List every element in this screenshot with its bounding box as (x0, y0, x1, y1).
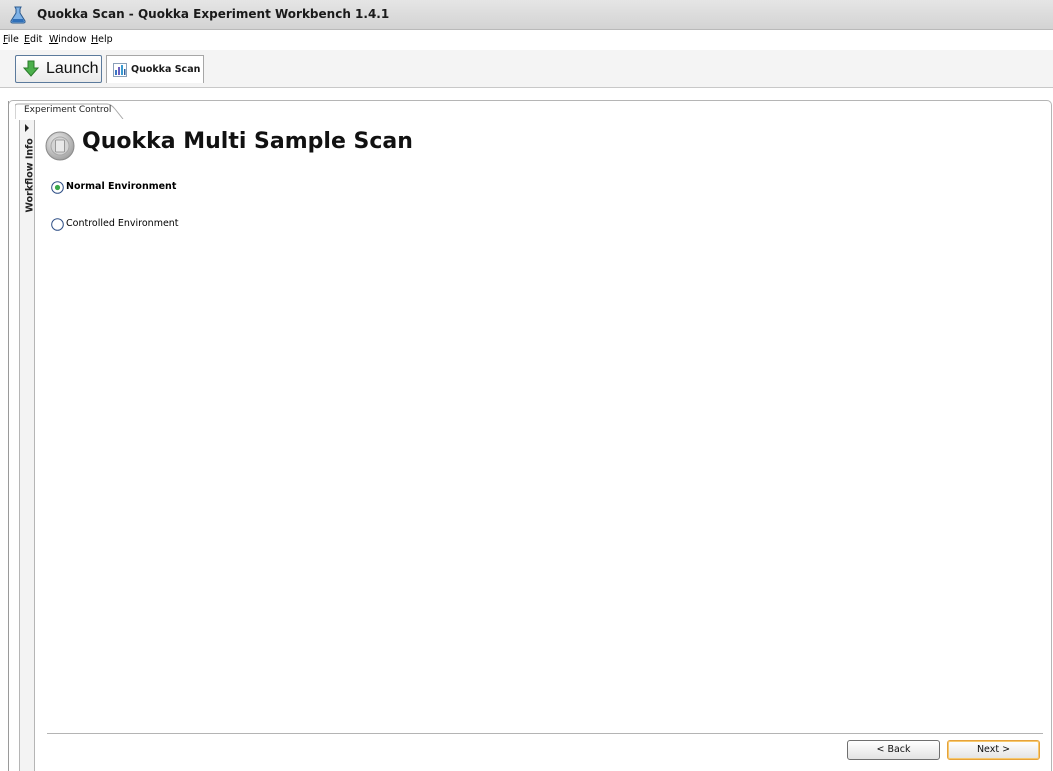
radio-label-controlled-environment[interactable]: Controlled Environment (66, 218, 179, 229)
next-button[interactable]: Next > (947, 740, 1040, 760)
disc-icon (45, 131, 75, 161)
editor-tab-experiment-control[interactable]: Experiment Control (15, 103, 125, 119)
page-title: Quokka Multi Sample Scan (82, 129, 413, 154)
flask-icon (10, 6, 26, 24)
green-down-arrow-icon (22, 60, 40, 77)
menu-bar: File Edit Window Help (0, 30, 1053, 50)
menu-window[interactable]: Window (49, 34, 86, 45)
back-button[interactable]: < Back (847, 740, 940, 760)
menu-help[interactable]: Help (91, 34, 113, 45)
radio-controlled-environment[interactable] (51, 218, 64, 231)
perspective-tab-label: Quokka Scan (131, 64, 201, 75)
window-title: Quokka Scan - Quokka Experiment Workbenc… (37, 7, 390, 21)
workflow-info-label: Workflow Info (24, 138, 36, 213)
radio-label-normal-environment[interactable]: Normal Environment (66, 181, 176, 192)
launch-button[interactable]: Launch (15, 55, 102, 83)
menu-file[interactable]: File (3, 34, 19, 45)
editor-tab-label: Experiment Control (24, 105, 112, 115)
window-titlebar: Quokka Scan - Quokka Experiment Workbenc… (0, 0, 1053, 30)
expand-arrow-icon[interactable] (24, 124, 30, 132)
launch-label: Launch (46, 60, 99, 77)
perspective-toolbar: Launch Quokka Scan (0, 50, 1053, 88)
scan-chart-icon (113, 63, 127, 77)
workflow-info-panel[interactable]: Workflow Info (19, 120, 36, 771)
perspective-tab-quokka-scan[interactable]: Quokka Scan (106, 55, 204, 83)
menu-edit[interactable]: Edit (24, 34, 42, 45)
spacer (0, 88, 1053, 100)
footer-separator (47, 733, 1043, 734)
radio-normal-environment[interactable] (51, 181, 64, 194)
editor-frame (8, 100, 1052, 771)
left-border (8, 101, 9, 771)
